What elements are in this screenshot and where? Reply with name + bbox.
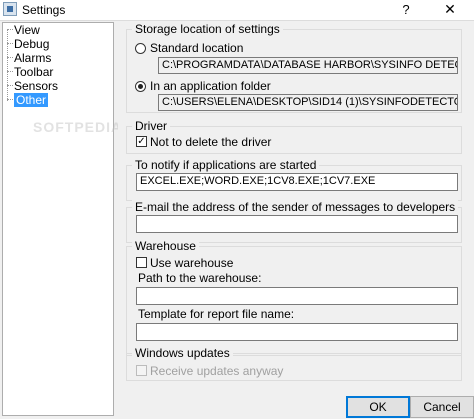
tree-branch-line xyxy=(7,71,13,72)
tree-item-label: Toolbar xyxy=(14,65,54,79)
app-folder-radio[interactable] xyxy=(135,81,146,92)
settings-panel: Storage location of settings Standard lo… xyxy=(118,22,472,394)
use-warehouse-label: Use warehouse xyxy=(150,256,234,270)
ok-button[interactable]: OK xyxy=(346,396,410,418)
help-button[interactable]: ? xyxy=(398,2,414,17)
title-bar: Settings ? ✕ xyxy=(0,0,474,21)
report-template-field[interactable] xyxy=(136,323,458,341)
tree-connector-line xyxy=(7,29,8,101)
receive-updates-label: Receive updates anyway xyxy=(150,364,284,378)
report-template-label: Template for report file name: xyxy=(138,307,295,321)
close-button[interactable]: ✕ xyxy=(436,1,464,18)
tree-branch-line xyxy=(7,99,13,100)
tree-item-label: Sensors xyxy=(14,79,59,93)
tree-item-alarms[interactable]: Alarms xyxy=(14,51,51,65)
tree-item-debug[interactable]: Debug xyxy=(14,37,49,51)
not-delete-driver-label: Not to delete the driver xyxy=(150,135,272,149)
tree-item-sensors[interactable]: Sensors xyxy=(14,79,58,93)
watermark: SOFTPEDIA xyxy=(33,119,123,135)
email-field[interactable] xyxy=(136,215,458,233)
warehouse-group-label: Warehouse xyxy=(132,239,199,253)
tree-branch-line xyxy=(7,57,13,58)
tree-branch-line xyxy=(7,85,13,86)
standard-path-field[interactable]: C:\PROGRAMDATA\DATABASE HARBOR\SYSINFO D… xyxy=(158,57,458,74)
window-title: Settings xyxy=(22,3,66,17)
notify-apps-field[interactable]: EXCEL.EXE;WORD.EXE;1CV8.EXE;1CV7.EXE xyxy=(136,173,458,191)
storage-group-label: Storage location of settings xyxy=(132,22,283,36)
tree-branch-line xyxy=(7,29,13,30)
warehouse-path-label: Path to the warehouse: xyxy=(138,271,262,285)
tree-item-toolbar[interactable]: Toolbar xyxy=(14,65,53,79)
tree-branch-line xyxy=(7,43,13,44)
standard-location-label: Standard location xyxy=(150,41,244,55)
notify-group-label: To notify if applications are started xyxy=(132,158,320,172)
receive-updates-checkbox[interactable] xyxy=(136,365,147,376)
tree-item-label: Debug xyxy=(14,37,50,51)
tree-item-label: Alarms xyxy=(14,51,52,65)
app-folder-label: In an application folder xyxy=(150,79,271,93)
app-folder-path-field[interactable]: C:\USERS\ELENA\DESKTOP\SID14 (1)\SYSINFO… xyxy=(158,94,458,111)
cancel-button[interactable]: Cancel xyxy=(410,396,474,418)
email-group-label: E-mail the address of the sender of mess… xyxy=(132,200,459,214)
settings-tree[interactable]: View Debug Alarms Toolbar Sensors Other … xyxy=(2,22,121,416)
driver-group-label: Driver xyxy=(132,119,170,133)
tree-item-other[interactable]: Other xyxy=(14,93,49,107)
warehouse-path-field[interactable] xyxy=(136,287,458,305)
use-warehouse-checkbox[interactable] xyxy=(136,257,147,268)
standard-location-radio[interactable] xyxy=(135,43,146,54)
tree-item-label: Other xyxy=(14,93,49,107)
tree-item-view[interactable]: View xyxy=(14,23,40,37)
not-delete-driver-checkbox[interactable]: ✓ xyxy=(136,136,147,147)
settings-app-icon xyxy=(3,2,17,16)
windows-updates-group-label: Windows updates xyxy=(132,346,233,360)
tree-item-label: View xyxy=(14,23,40,37)
